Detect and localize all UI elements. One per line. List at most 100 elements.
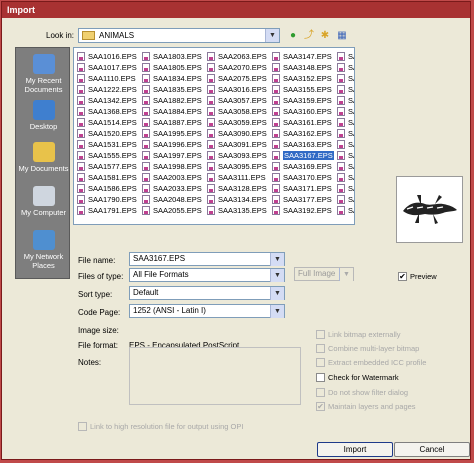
place-my-recent-documents[interactable]: My Recent Documents [16, 54, 71, 94]
cancel-button[interactable]: Cancel [394, 442, 470, 457]
file-item[interactable]: SAA7000 [337, 194, 354, 205]
file-item[interactable]: SAA7001 [337, 205, 354, 216]
file-item[interactable]: SAA2033.EPS [142, 183, 202, 194]
file-item[interactable]: SAA3170.EPS [272, 172, 334, 183]
file-item[interactable]: SAA6730 [337, 84, 354, 95]
file-item[interactable]: SAA1884.EPS [142, 106, 202, 117]
file-item[interactable]: SAA1368.EPS [77, 106, 137, 117]
file-item[interactable]: SAA1342.EPS [77, 95, 137, 106]
file-item[interactable]: SAA1555.EPS [77, 150, 137, 161]
file-item[interactable]: SAA6741 [337, 183, 354, 194]
import-button[interactable]: Import [317, 442, 393, 457]
file-item[interactable]: SAA3134.EPS [207, 194, 267, 205]
file-item[interactable]: SAA3135.EPS [207, 205, 267, 216]
file-item[interactable]: SAA3169.EPS [272, 161, 334, 172]
file-item[interactable]: SAA6735 [337, 117, 354, 128]
file-name-input[interactable]: SAA3167.EPS ▼ [129, 252, 285, 266]
file-item[interactable]: SAA1996.EPS [142, 139, 202, 150]
file-item[interactable]: SAA3192.EPS [272, 205, 334, 216]
file-item[interactable]: SAA6740 [337, 172, 354, 183]
file-item[interactable]: SAA3152.EPS [272, 73, 334, 84]
file-item[interactable]: SAA1790.EPS [77, 194, 137, 205]
place-my-computer[interactable]: My Computer [16, 186, 71, 217]
file-item[interactable]: SAA3148.EPS [272, 62, 334, 73]
file-item[interactable]: SAA1998.EPS [142, 161, 202, 172]
file-item[interactable]: SAA3155.EPS [272, 84, 334, 95]
file-item[interactable]: SAA1882.EPS [142, 95, 202, 106]
file-item[interactable]: SAA2055.EPS [142, 205, 202, 216]
view-menu-icon[interactable]: ▦ [335, 29, 349, 43]
file-item[interactable]: SAA1997.EPS [142, 150, 202, 161]
file-item[interactable]: SAA3159.EPS [272, 95, 334, 106]
file-item[interactable]: SAA1995.EPS [142, 128, 202, 139]
file-item[interactable]: SAA3167.EPS [272, 150, 334, 161]
file-item[interactable]: SAA3091.EPS [207, 139, 267, 150]
look-in-dropdown[interactable]: ANIMALS ▼ [78, 28, 280, 43]
place-my-network-places[interactable]: My Network Places [16, 230, 71, 270]
file-list[interactable]: SAA1016.EPS SAA1017.EPS SAA1110.EPS SAA1222… [73, 47, 355, 225]
file-item[interactable]: SAA2048.EPS [142, 194, 202, 205]
file-item[interactable]: SAA6736 [337, 128, 354, 139]
file-item[interactable]: SAA3128.EPS [207, 183, 267, 194]
new-folder-icon[interactable]: ✱ [318, 29, 332, 43]
file-item[interactable]: SAA1531.EPS [77, 139, 137, 150]
file-item[interactable]: SAA1514.EPS [77, 117, 137, 128]
file-item[interactable]: SAA3171.EPS [272, 183, 334, 194]
check-watermark-checkbox[interactable] [316, 373, 325, 382]
file-item[interactable]: SAA3090.EPS [207, 128, 267, 139]
place-label: Desktop [29, 122, 58, 131]
file-item[interactable]: SAA6641 [337, 73, 354, 84]
chevron-down-icon[interactable]: ▼ [270, 305, 284, 318]
sort-type-select[interactable]: Default ▼ [129, 286, 285, 300]
file-item[interactable]: SAA3162.EPS [272, 128, 334, 139]
chevron-down-icon[interactable]: ▼ [265, 29, 279, 42]
code-page-select[interactable]: 1252 (ANSI - Latin I) ▼ [129, 304, 285, 318]
file-item[interactable]: SAA6731 [337, 95, 354, 106]
file-item[interactable]: SAA3058.EPS [207, 106, 267, 117]
file-item[interactable]: SAA6734 [337, 106, 354, 117]
file-item[interactable]: SAA1222.EPS [77, 84, 137, 95]
file-item[interactable]: SAA3059.EPS [207, 117, 267, 128]
files-of-type-select[interactable]: All File Formats ▼ [129, 268, 285, 282]
file-item[interactable]: SAA3095.EPS [207, 161, 267, 172]
file-item[interactable]: SAA6737 [337, 139, 354, 150]
chevron-down-icon[interactable]: ▼ [270, 287, 284, 300]
place-desktop[interactable]: Desktop [16, 100, 71, 131]
file-item[interactable]: SAA6738 [337, 150, 354, 161]
file-item[interactable]: SAA1835.EPS [142, 84, 202, 95]
up-folder-icon[interactable]: ⤴ [302, 29, 316, 43]
file-item[interactable]: SAA3016.EPS [207, 84, 267, 95]
chevron-down-icon[interactable]: ▼ [270, 269, 284, 282]
file-item[interactable]: SAA1586.EPS [77, 183, 137, 194]
file-item[interactable]: SAA6739 [337, 161, 354, 172]
file-item[interactable]: SAA3057.EPS [207, 95, 267, 106]
file-item[interactable]: SAA1834.EPS [142, 73, 202, 84]
file-item[interactable]: SAA6633 [337, 62, 354, 73]
file-item[interactable]: SAA3161.EPS [272, 117, 334, 128]
file-item[interactable]: SAA1577.EPS [77, 161, 137, 172]
file-item[interactable]: SAA3194 [337, 51, 354, 62]
file-item[interactable]: SAA2070.EPS [207, 62, 267, 73]
back-icon[interactable]: ● [286, 29, 300, 43]
file-item[interactable]: SAA2063.EPS [207, 51, 267, 62]
file-item[interactable]: SAA3093.EPS [207, 150, 267, 161]
file-item[interactable]: SAA1017.EPS [77, 62, 137, 73]
file-item[interactable]: SAA1803.EPS [142, 51, 202, 62]
file-item[interactable]: SAA1887.EPS [142, 117, 202, 128]
file-item[interactable]: SAA1016.EPS [77, 51, 137, 62]
file-item[interactable]: SAA2003.EPS [142, 172, 202, 183]
file-item[interactable]: SAA3160.EPS [272, 106, 334, 117]
file-item[interactable]: SAA1520.EPS [77, 128, 137, 139]
file-item[interactable]: SAA1805.EPS [142, 62, 202, 73]
place-my-documents[interactable]: My Documents [16, 142, 71, 173]
file-item[interactable]: SAA1791.EPS [77, 205, 137, 216]
file-item[interactable]: SAA3177.EPS [272, 194, 334, 205]
file-item[interactable]: SAA2075.EPS [207, 73, 267, 84]
preview-checkbox[interactable]: ✔ [398, 272, 407, 281]
file-item[interactable]: SAA3111.EPS [207, 172, 267, 183]
file-item[interactable]: SAA3147.EPS [272, 51, 334, 62]
chevron-down-icon[interactable]: ▼ [270, 253, 284, 266]
file-item[interactable]: SAA1110.EPS [77, 73, 137, 84]
file-item[interactable]: SAA3163.EPS [272, 139, 334, 150]
file-item[interactable]: SAA1581.EPS [77, 172, 137, 183]
